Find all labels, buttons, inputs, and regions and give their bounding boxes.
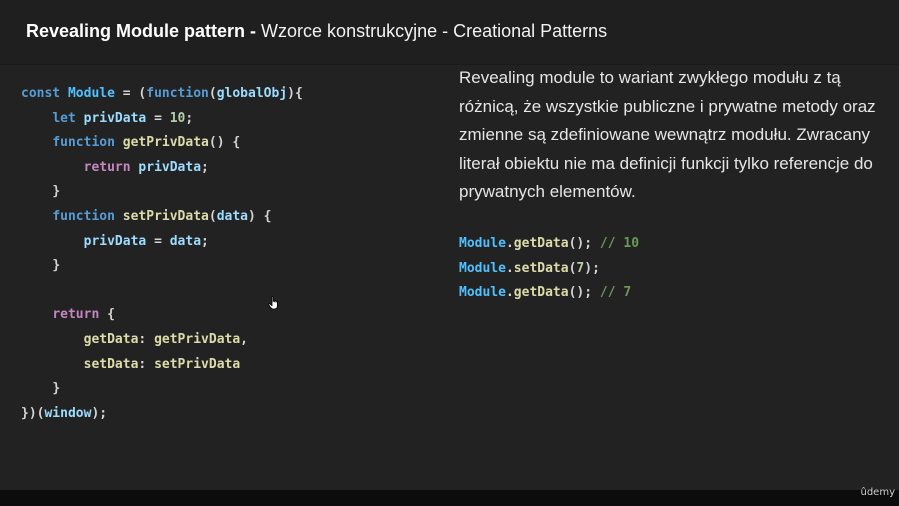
bottom-bar: [0, 490, 899, 506]
code-line: }: [52, 381, 61, 397]
udemy-watermark: ûdemy: [860, 487, 896, 498]
usage-line: Module.getData(); // 10: [459, 236, 640, 251]
description-line: prywatnych elementów.: [459, 182, 636, 202]
slide: Revealing Module pattern - Wzorce konstr…: [0, 0, 899, 490]
code-line: return privData;: [83, 159, 209, 175]
code-line: function getPrivData() {: [52, 135, 241, 151]
code-block: const Module = (function(globalObj){ let…: [21, 82, 303, 426]
code-line: getData: getPrivData,: [83, 331, 248, 347]
description-line: różnicą, że wszystkie publiczne i prywat…: [459, 96, 876, 116]
slide-title-subtitle: Wzorce konstrukcyjne - Creational Patter…: [261, 21, 608, 41]
title-bar: Revealing Module pattern - Wzorce konstr…: [0, 0, 899, 65]
hand-pointer-icon: [268, 296, 278, 310]
code-line: const Module = (function(globalObj){: [21, 86, 303, 101]
slide-title-separator: -: [245, 21, 262, 41]
code-line: })(window);: [21, 405, 108, 421]
usage-line: Module.getData(); // 7: [459, 285, 632, 301]
slide-title: Revealing Module pattern - Wzorce konstr…: [26, 21, 607, 42]
code-line: }: [52, 258, 61, 274]
usage-code-block: Module.getData(); // 10 Module.setData(7)…: [459, 232, 639, 306]
code-line: setData: setPrivData: [83, 356, 241, 372]
description-line: zmienne są zdefiniowane wewnątrz modułu.…: [459, 125, 871, 145]
usage-line: Module.setData(7);: [459, 260, 600, 276]
description-line: Revealing module to wariant zwykłego mod…: [459, 68, 841, 87]
code-line: }: [52, 184, 61, 200]
code-line: function setPrivData(data) {: [52, 208, 272, 224]
code-line: let privData = 10;: [52, 110, 194, 126]
code-line: return {: [52, 307, 115, 323]
code-line: privData = data;: [83, 233, 209, 249]
slide-title-main: Revealing Module pattern: [26, 21, 246, 41]
description-line: literał obiektu nie ma definicji funkcji…: [459, 153, 873, 173]
description-text: Revealing module to wariant zwykłego mod…: [459, 64, 899, 207]
